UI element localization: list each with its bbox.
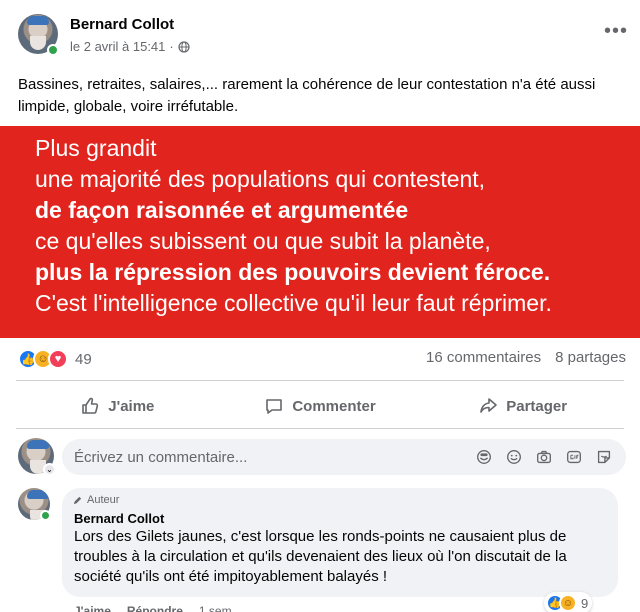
post-header: Bernard Collot le 2 avril à 15:41 · ••• [18,14,628,62]
author-badge-label: Auteur [87,494,120,506]
chevron-down-icon[interactable]: ⌄ [43,463,56,476]
like-button[interactable]: J'aime [16,386,219,426]
comment-like-button[interactable]: J'aime [74,604,111,612]
stats-right: 16 commentaires 8 partages [426,349,626,366]
comment-reply-button[interactable]: Répondre [127,604,183,612]
share-button[interactable]: Partager [421,386,624,426]
reaction-count: 49 [75,350,92,368]
care-icon: ☺ [559,594,577,612]
comments-count-link[interactable]: 16 commentaires [426,349,541,366]
post-actions: J'aime Commenter Partager [16,386,624,426]
share-icon [480,398,498,413]
love-icon: ♥ [48,349,68,369]
banner-line: ce qu'elles subissent ou que subit la pl… [35,228,491,254]
pen-icon [73,496,82,504]
meta-separator: · [169,39,174,54]
reactions-summary[interactable]: 👍 ☺ ♥ 49 [18,349,92,369]
comment-text: Lors des Gilets jaunes, c'est lorsque le… [74,528,567,585]
comment-placeholder: Écrivez un commentaire... [74,448,248,466]
post-meta: le 2 avril à 15:41 · [70,39,190,54]
share-label: Partager [506,397,568,415]
post-text: Bassines, retraites, salaires,... rareme… [18,76,596,115]
banner-line: une majorité des populations qui contest… [35,166,486,192]
shares-count-link[interactable]: 8 partages [555,349,626,366]
post-image-banner[interactable]: Plus grandit une majorité des population… [0,126,640,338]
sticker-icon[interactable] [594,447,614,467]
comment-label: Commenter [292,397,376,415]
author-badge: Auteur [72,494,606,506]
online-status-dot [47,44,59,56]
camera-icon[interactable] [534,447,554,467]
banner-line: C'est l'intelligence collective qu'il le… [35,290,552,316]
comment-composer: ⌄ Écrivez un commentaire... [18,438,626,476]
comment-reactions[interactable]: 👍 ☺ 9 [544,592,593,612]
post-author-name[interactable]: Bernard Collot [70,16,174,33]
more-options-icon[interactable]: ••• [604,20,628,43]
comment-reaction-count: 9 [581,595,589,611]
post-date[interactable]: le 2 avril à 15:41 [70,39,165,54]
comment-button[interactable]: Commenter [219,386,422,426]
banner-line: Plus grandit [35,135,157,161]
gif-icon[interactable] [564,447,584,467]
comment-bubble: Auteur Bernard Collot Lors des Gilets ja… [62,488,618,597]
comment-icon [266,399,283,414]
like-label: J'aime [108,397,155,415]
comment-input[interactable]: Écrivez un commentaire... [62,439,626,475]
online-status-dot [40,510,51,521]
banner-line-bold: de façon raisonnée et argumentée [35,197,409,223]
thumbs-up-icon [82,397,99,414]
divider [16,380,624,381]
composer-icons [474,447,614,467]
banner-line-bold: plus la répression des pouvoirs devient … [35,259,551,285]
comment-time[interactable]: 1 sem. [199,604,235,612]
post-stats: 👍 ☺ ♥ 49 16 commentaires 8 partages [18,348,626,372]
divider [16,428,624,429]
comment-actions: J'aime Répondre 1 sem. [74,604,235,612]
emoji-icon[interactable] [504,447,524,467]
globe-icon[interactable] [178,40,190,53]
comment-author-name[interactable]: Bernard Collot [74,511,606,526]
avatar-sticker-icon[interactable] [474,447,494,467]
